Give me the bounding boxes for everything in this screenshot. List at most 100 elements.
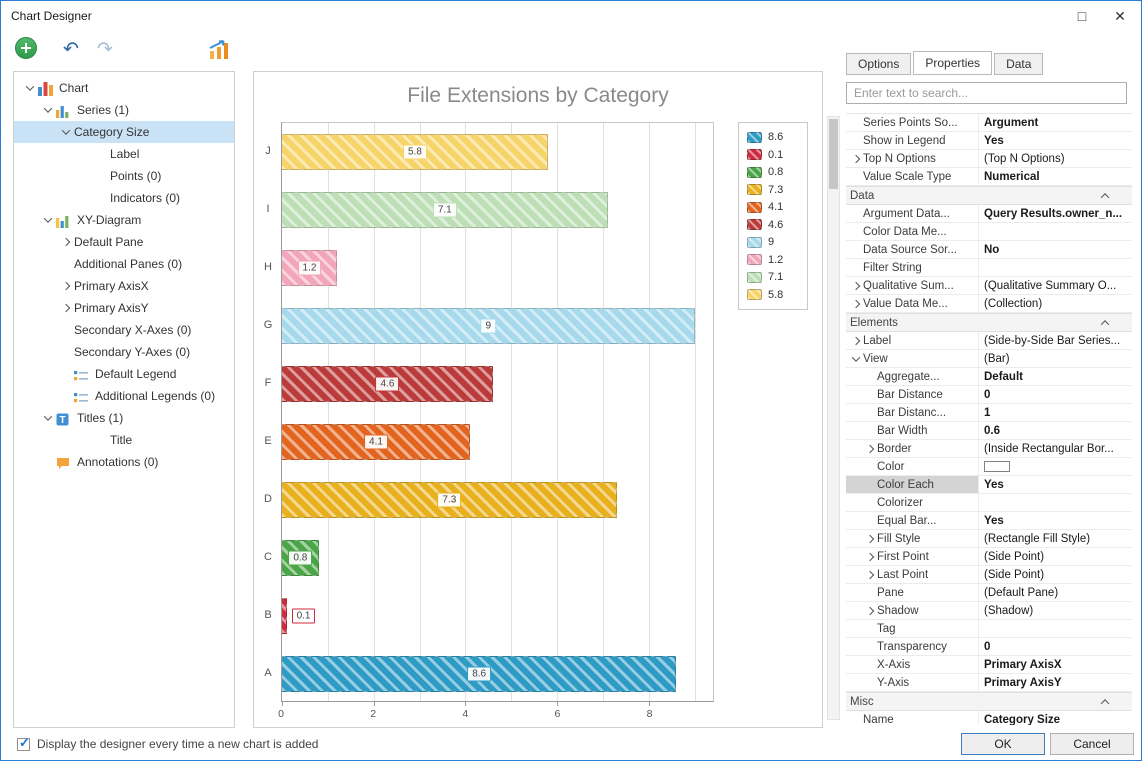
property-value-cell[interactable]: (Bar) xyxy=(979,350,1132,367)
tree-expander-icon[interactable] xyxy=(22,85,38,91)
property-value-cell[interactable]: Yes xyxy=(979,512,1132,529)
property-value-cell[interactable]: (Top N Options) xyxy=(979,150,1132,167)
property-value-cell[interactable]: Default xyxy=(979,368,1132,385)
maximize-button[interactable]: □ xyxy=(1063,1,1101,31)
legend-item[interactable]: 1.2 xyxy=(747,253,799,267)
property-value-cell[interactable] xyxy=(979,458,1132,475)
collapse-group-icon[interactable] xyxy=(1101,193,1109,201)
tree-item-secondary-x-axes-0[interactable]: Secondary X-Axes (0) xyxy=(14,319,234,341)
close-button[interactable]: ✕ xyxy=(1101,1,1139,31)
bar-b[interactable] xyxy=(282,598,287,634)
collapse-group-icon[interactable] xyxy=(1101,320,1109,328)
tree-expander-icon[interactable] xyxy=(58,305,74,311)
scrollbar-thumb[interactable] xyxy=(829,119,838,189)
property-row-show-in-legend[interactable]: Show in LegendYes xyxy=(846,132,1132,150)
tree-item-series-1[interactable]: Series (1) xyxy=(14,99,234,121)
property-value-cell[interactable]: Query Results.owner_n... xyxy=(979,205,1132,222)
property-value-cell[interactable]: (Shadow) xyxy=(979,602,1132,619)
property-expander[interactable] xyxy=(862,536,877,542)
tree-item-primary-axisy[interactable]: Primary AxisY xyxy=(14,297,234,319)
tree-item-indicators-0[interactable]: Indicators (0) xyxy=(14,187,234,209)
property-value-cell[interactable]: (Side Point) xyxy=(979,566,1132,583)
tree-item-title[interactable]: Title xyxy=(14,429,234,451)
tree-item-default-pane[interactable]: Default Pane xyxy=(14,231,234,253)
tree-item-default-legend[interactable]: Default Legend xyxy=(14,363,234,385)
property-value-cell[interactable] xyxy=(979,494,1132,511)
property-row-tag[interactable]: Tag xyxy=(846,620,1132,638)
property-value-cell[interactable]: (Side-by-Side Bar Series... xyxy=(979,332,1132,349)
property-value-cell[interactable] xyxy=(979,223,1132,240)
tree-item-additional-legends-0[interactable]: Additional Legends (0) xyxy=(14,385,234,407)
legend-item[interactable]: 7.3 xyxy=(747,183,799,197)
property-row-last-point[interactable]: Last Point(Side Point) xyxy=(846,566,1132,584)
legend-item[interactable]: 9 xyxy=(747,235,799,249)
property-row-y-axis[interactable]: Y-AxisPrimary AxisY xyxy=(846,674,1132,692)
tree-expander-icon[interactable] xyxy=(58,283,74,289)
tree-item-additional-panes-0[interactable]: Additional Panes (0) xyxy=(14,253,234,275)
property-row-name[interactable]: NameCategory Size xyxy=(846,711,1132,725)
tree-expander-icon[interactable] xyxy=(40,415,56,421)
property-row-bar-distance[interactable]: Bar Distance0 xyxy=(846,386,1132,404)
property-row-equal-bar[interactable]: Equal Bar...Yes xyxy=(846,512,1132,530)
color-swatch[interactable] xyxy=(984,461,1010,472)
property-value-cell[interactable]: 0 xyxy=(979,386,1132,403)
property-value-cell[interactable]: (Default Pane) xyxy=(979,584,1132,601)
property-row-colorizer[interactable]: Colorizer xyxy=(846,494,1132,512)
tree-item-points-0[interactable]: Points (0) xyxy=(14,165,234,187)
property-value-cell[interactable]: 1 xyxy=(979,404,1132,421)
tree-expander-icon[interactable] xyxy=(40,217,56,223)
tree-expander-icon[interactable] xyxy=(58,239,74,245)
tab-options[interactable]: Options xyxy=(846,53,911,75)
property-row-argument-data[interactable]: Argument Data...Query Results.owner_n... xyxy=(846,205,1132,223)
property-expander[interactable] xyxy=(862,572,877,578)
add-chart-element-button[interactable] xyxy=(15,37,37,59)
property-expander[interactable] xyxy=(862,554,877,560)
property-row-series-points-so[interactable]: Series Points So...Argument xyxy=(846,114,1132,132)
collapse-group-icon[interactable] xyxy=(1101,699,1109,707)
checkbox[interactable]: ✓ xyxy=(17,738,30,751)
property-row-aggregate[interactable]: Aggregate...Default xyxy=(846,368,1132,386)
tree-item-titles-1[interactable]: TTitles (1) xyxy=(14,407,234,429)
property-expander[interactable] xyxy=(862,608,877,614)
property-group-elements[interactable]: Elements xyxy=(846,313,1132,332)
tree-item-category-size[interactable]: Category Size xyxy=(14,121,234,143)
property-value-cell[interactable] xyxy=(979,259,1132,276)
property-value-cell[interactable]: Yes xyxy=(979,132,1132,149)
property-value-cell[interactable]: (Collection) xyxy=(979,295,1132,312)
tree-item-annotations-0[interactable]: Annotations (0) xyxy=(14,451,234,473)
property-expander[interactable] xyxy=(848,356,863,362)
property-row-top-n-options[interactable]: Top N Options(Top N Options) xyxy=(846,150,1132,168)
property-expander[interactable] xyxy=(848,156,863,162)
property-row-pane[interactable]: Pane(Default Pane) xyxy=(846,584,1132,602)
property-row-shadow[interactable]: Shadow(Shadow) xyxy=(846,602,1132,620)
property-row-data-source-sor[interactable]: Data Source Sor...No xyxy=(846,241,1132,259)
tab-properties[interactable]: Properties xyxy=(913,51,992,75)
property-expander[interactable] xyxy=(848,338,863,344)
ok-button[interactable]: OK xyxy=(961,733,1045,755)
property-group-misc[interactable]: Misc xyxy=(846,692,1132,711)
property-row-color-each[interactable]: Color EachYes xyxy=(846,476,1132,494)
legend-item[interactable]: 0.1 xyxy=(747,148,799,162)
search-input[interactable] xyxy=(846,82,1127,104)
tree-item-secondary-y-axes-0[interactable]: Secondary Y-Axes (0) xyxy=(14,341,234,363)
property-value-cell[interactable]: Numerical xyxy=(979,168,1132,185)
property-row-filter-string[interactable]: Filter String xyxy=(846,259,1132,277)
tree-item-xy-diagram[interactable]: XY-Diagram xyxy=(14,209,234,231)
property-row-qualitative-sum[interactable]: Qualitative Sum...(Qualitative Summary O… xyxy=(846,277,1132,295)
tree-item-chart[interactable]: Chart xyxy=(14,77,234,99)
legend-item[interactable]: 4.6 xyxy=(747,218,799,232)
property-group-data[interactable]: Data xyxy=(846,186,1132,205)
property-value-cell[interactable] xyxy=(979,620,1132,637)
tree-expander-icon[interactable] xyxy=(40,107,56,113)
property-value-cell[interactable]: No xyxy=(979,241,1132,258)
property-row-value-scale-type[interactable]: Value Scale TypeNumerical xyxy=(846,168,1132,186)
property-row-view[interactable]: View(Bar) xyxy=(846,350,1132,368)
legend-item[interactable]: 7.1 xyxy=(747,270,799,284)
legend-item[interactable]: 0.8 xyxy=(747,165,799,179)
property-expander[interactable] xyxy=(848,301,863,307)
property-value-cell[interactable]: Primary AxisY xyxy=(979,674,1132,691)
display-designer-checkbox-row[interactable]: ✓ Display the designer every time a new … xyxy=(17,737,318,751)
tree-item-label[interactable]: Label xyxy=(14,143,234,165)
legend-item[interactable]: 8.6 xyxy=(747,130,799,144)
property-value-cell[interactable]: (Side Point) xyxy=(979,548,1132,565)
